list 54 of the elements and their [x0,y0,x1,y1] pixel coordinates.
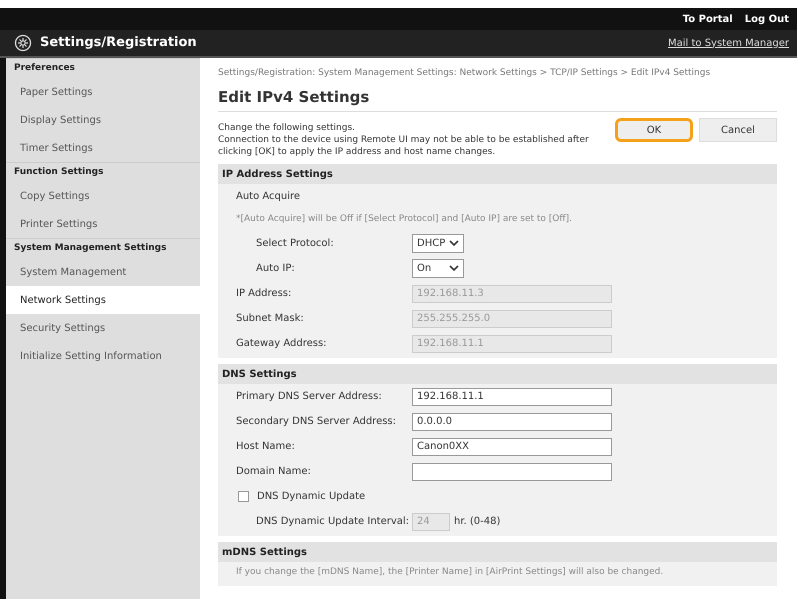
sidebar-heading: System Management Settings [14,242,166,255]
sidebar-heading: Preferences [14,62,75,75]
gear-icon [14,34,32,52]
field-label: Gateway Address: [235,337,328,351]
readonly-field: 255.255.255.0 [412,310,612,328]
readonly-field: 192.168.11.1 [412,334,612,352]
sidebar-item[interactable]: Initialize Setting Information [6,342,200,370]
checkbox[interactable] [238,491,249,502]
field-label: Auto IP: [255,262,296,276]
checkbox-label: DNS Dynamic Update [257,490,366,504]
mail-link[interactable]: Mail to System Manager [668,36,789,50]
field-label: Domain Name: [235,465,312,479]
dropdown[interactable]: On [412,259,464,278]
action-button[interactable]: OK [615,118,693,142]
note-text: *[Auto Acquire] will be Off if [Select Protocol] and [Auto IP] are set to [Off]. [236,213,572,226]
dropdown[interactable]: DHCP [412,234,464,253]
sidebar-item[interactable]: Printer Settings [6,210,200,238]
sidebar-item[interactable]: Network Settings [6,286,200,314]
field-label: Subnet Mask: [235,312,305,326]
section-title: IP Address Settings [222,168,333,182]
readonly-field: 24 [412,512,450,530]
field-label: Secondary DNS Server Address: [235,415,398,429]
readonly-field: 192.168.11.3 [412,284,612,302]
unit-text: hr. (0-48) [454,515,500,529]
top-link[interactable]: Log Out [744,12,789,26]
sidebar-item[interactable]: Paper Settings [6,78,200,106]
chevron-down-icon [449,240,459,247]
header-title: Settings/Registration [40,34,197,52]
field-label: DNS Dynamic Update Interval: [255,515,410,529]
intro-text: Connection to the device using Remote UI may not be able to be established after clicking [OK] to apply the IP address and host name changes. [218,134,590,158]
breadcrumb: Settings/Registration: System Management Settings: Network Settings > TCP/IP Settings > Edit IPv4 Settings [218,67,712,80]
sidebar-item[interactable]: System Management [6,258,200,286]
input-field[interactable]: 192.168.11.1 [412,388,612,406]
chevron-down-icon [449,265,459,272]
sidebar-item[interactable]: Copy Settings [6,182,200,210]
field-label: IP Address: [235,287,292,301]
input-field[interactable]: 0.0.0.0 [412,412,612,430]
input-field[interactable]: Canon0XX [412,438,612,456]
page-title: Edit IPv4 Settings [218,86,777,112]
field-label: Select Protocol: [255,237,335,251]
field-label: Auto Acquire [236,190,300,204]
intro-text: Change the following settings. [218,122,356,134]
sidebar-heading: Function Settings [14,166,104,179]
input-field[interactable] [412,462,612,480]
section-title: DNS Settings [222,368,297,382]
field-label: Primary DNS Server Address: [235,390,383,404]
field-label: Host Name: [235,440,296,454]
note-text: If you change the [mDNS Name], the [Printer Name] in [AirPrint Settings] will also be changed. [236,566,664,580]
sidebar-item[interactable]: Display Settings [6,106,200,134]
top-link[interactable]: To Portal [682,12,733,26]
sidebar-item[interactable]: Timer Settings [6,134,200,162]
action-button[interactable]: Cancel [699,118,777,142]
sidebar-item[interactable]: Security Settings [6,314,200,342]
section-title: mDNS Settings [222,546,307,560]
